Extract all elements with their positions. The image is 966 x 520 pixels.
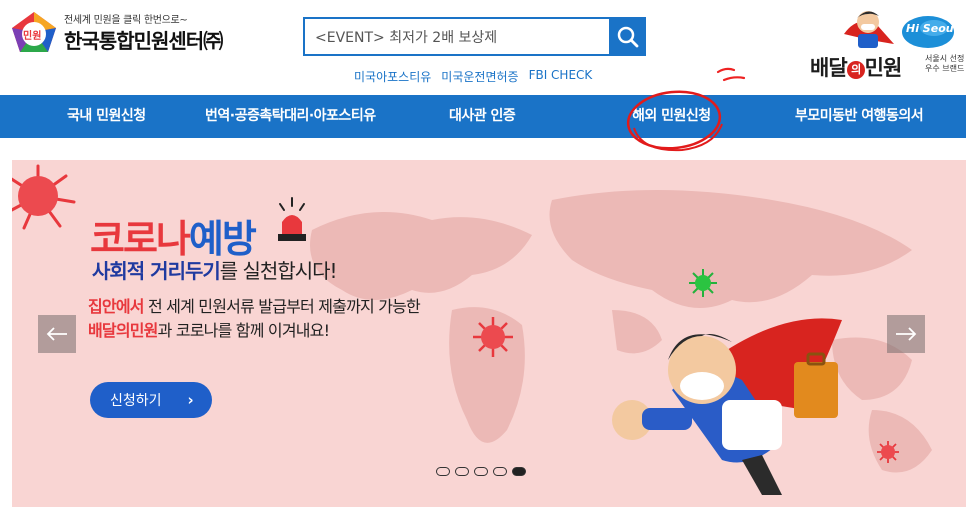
nav-item-travel-consent[interactable]: 부모미동반 여행동의서 (795, 95, 924, 138)
banner-subtitle: 사회적 거리두기를 실천합시다! (92, 255, 338, 284)
banner-desc2-bold: 배달의민원 (88, 321, 158, 340)
brand-name: 배달 의 민원 (810, 52, 903, 82)
slide-dot-2[interactable] (455, 467, 469, 476)
logo-name: 한국통합민원센터㈜ (64, 28, 223, 53)
slide-dot-1[interactable] (436, 467, 450, 476)
logo-badge-text: 민원 (23, 31, 42, 42)
logo-tagline: 전세계 민원을 클릭 한번으로~ (64, 14, 188, 26)
virus-icon (12, 164, 76, 230)
banner-description-line1: 집안에서 전 세계 민원서류 발급부터 제출까지 가능한 (88, 293, 421, 317)
brand-name-mid: 의 (846, 61, 865, 79)
arrow-left-icon (46, 327, 67, 341)
apply-button-label: 신청하기 (110, 393, 162, 409)
brand-sub-line1: 서울시 선정 (925, 54, 965, 63)
banner-desc2-rest: 과 코로나를 함께 이겨내요! (157, 321, 330, 340)
red-circle-annotation (626, 90, 723, 152)
apply-button[interactable]: 신청하기 › (90, 382, 212, 418)
siren-icon (278, 197, 306, 241)
main-nav: 국내 민원신청 번역·공증촉탁대리·아포스티유 대사관 인증 해외 민원신청 부… (0, 95, 966, 138)
brand-name-part2: 민원 (864, 56, 903, 80)
virus-icon-small (877, 441, 899, 463)
logo-badge-icon: 민원 (10, 10, 58, 54)
nav-item-translation[interactable]: 번역·공증촉탁대리·아포스티유 (205, 95, 376, 138)
banner-subtitle-bold: 사회적 거리두기 (92, 259, 221, 283)
slide-pagination (436, 467, 526, 476)
virus-icon-red (473, 317, 513, 357)
banner-subtitle-rest: 를 실천합시다! (219, 259, 338, 283)
brand-subtitle: 서울시 선정 우수 브랜드 (925, 54, 964, 74)
quick-link-us-driver-license[interactable]: 미국운전면허증 (441, 68, 518, 85)
site-header: 민원 전세계 민원을 클릭 한번으로~ 한국통합민원센터㈜ 미국아포스티유 미국… (0, 0, 966, 95)
promo-banner: 코로나예방 사회적 거리두기를 실천합시다! 집안에서 전 세계 민원서류 발급… (12, 160, 966, 507)
chevron-right-icon: › (187, 391, 194, 409)
slide-dot-3[interactable] (474, 467, 488, 476)
banner-description-line2: 배달의민원과 코로나를 함께 이겨내요! (88, 317, 330, 341)
brand-sub-line2: 우수 브랜드 (925, 64, 965, 73)
search-input[interactable] (303, 17, 609, 56)
search-button[interactable] (609, 17, 646, 56)
search-bar (303, 17, 646, 56)
banner-desc1-bold: 집안에서 (88, 297, 144, 316)
arrow-right-icon (896, 327, 917, 341)
next-slide-button[interactable] (887, 315, 925, 353)
slide-dot-5[interactable] (512, 467, 526, 476)
superhero-mascot-icon (844, 11, 894, 48)
hi-seoul-text: Hi Seoul (906, 22, 958, 35)
brand-badge[interactable]: Hi Seoul 배달 의 민원 서울시 선정 우수 브랜드 (808, 4, 966, 84)
site-logo[interactable]: 민원 전세계 민원을 클릭 한번으로~ 한국통합민원센터㈜ (10, 10, 223, 54)
superhero-character-illustration (612, 318, 842, 495)
previous-slide-button[interactable] (38, 315, 76, 353)
search-icon (617, 26, 638, 47)
nav-item-domestic[interactable]: 국내 민원신청 (67, 95, 146, 138)
red-highlight-marks (716, 67, 746, 82)
quick-link-us-apostille[interactable]: 미국아포스티유 (354, 68, 431, 85)
brand-name-part1: 배달 (810, 56, 848, 80)
quick-links: 미국아포스티유 미국운전면허증 FBI CHECK (354, 68, 592, 85)
nav-item-embassy[interactable]: 대사관 인증 (449, 95, 516, 138)
slide-dot-4[interactable] (493, 467, 507, 476)
banner-desc1-rest: 전 세계 민원서류 발급부터 제출까지 가능한 (143, 297, 421, 316)
quick-link-fbi-check[interactable]: FBI CHECK (529, 68, 593, 85)
